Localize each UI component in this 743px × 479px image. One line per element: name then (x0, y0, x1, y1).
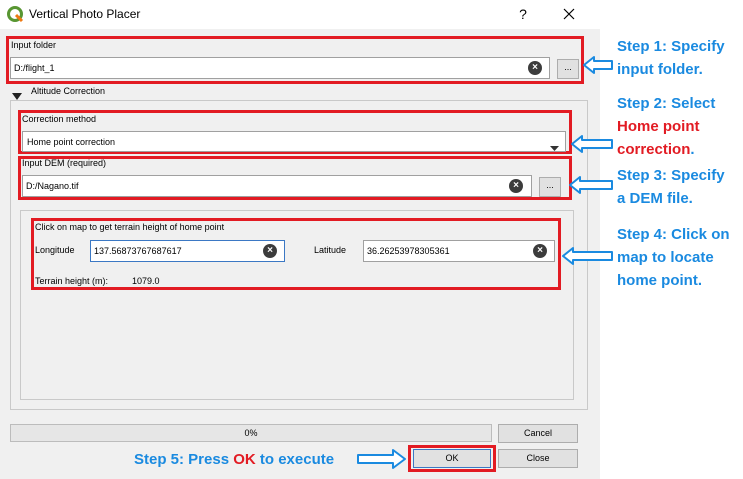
step3-arrow-icon (569, 176, 613, 194)
step5-arrow-icon (357, 449, 406, 469)
step1-line2: input folder. (617, 61, 703, 78)
step3-annotation: Step 3: Specify a DEM file. (617, 164, 725, 210)
step1-line1: Step 1: Specify (617, 38, 725, 55)
step1-annotation: Step 1: Specify input folder. (617, 35, 725, 81)
step4-line3: home point. (617, 272, 702, 289)
step5-text-c: to execute (255, 451, 335, 468)
step3-line1: Step 3: Specify (617, 167, 725, 184)
step2-annotation: Step 2: Select Home point correction. (617, 92, 715, 161)
step4-arrow-icon (562, 247, 613, 265)
step4-line1: Step 4: Click on (617, 226, 730, 243)
step2-line2: Home point (617, 118, 700, 135)
step5-annotation: Step 5: Press OK to execute (134, 448, 334, 471)
step2-line1: Step 2: Select (617, 95, 716, 112)
step4-line2: map to locate (617, 249, 714, 266)
step5-ok-highlight: OK (233, 451, 256, 468)
step2-period: . (690, 141, 695, 158)
step1-arrow-icon (583, 56, 613, 74)
step4-annotation: Step 4: Click on map to locate home poin… (617, 223, 730, 292)
step2-line3: correction (617, 141, 691, 158)
step5-text-a: Step 5: Press (134, 451, 234, 468)
step2-arrow-icon (571, 135, 613, 153)
step3-line2: a DEM file. (617, 190, 693, 207)
